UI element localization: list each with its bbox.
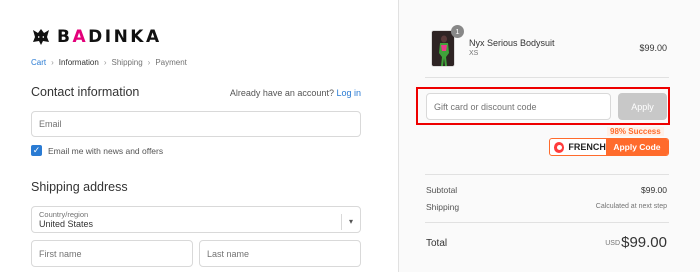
dragon-icon bbox=[33, 29, 49, 45]
breadcrumb: Cart › Information › Shipping › Payment bbox=[31, 58, 187, 67]
newsletter-label: Email me with news and offers bbox=[48, 145, 164, 156]
breadcrumb-shipping: Shipping bbox=[111, 58, 143, 67]
brand-logo[interactable]: BADINKA bbox=[31, 27, 162, 47]
bodysuit-image-icon bbox=[432, 31, 454, 66]
breadcrumb-information: Information bbox=[58, 58, 99, 67]
product-price: $99.00 bbox=[639, 43, 667, 53]
product-name: Nyx Serious Bodysuit bbox=[469, 38, 555, 48]
order-summary-panel: 1 Nyx Serious Bodysuit XS $99.00 Gift ca… bbox=[398, 0, 700, 272]
subtotal-value: $99.00 bbox=[641, 185, 667, 195]
chevron-right-icon: › bbox=[103, 58, 107, 67]
total-label: Total bbox=[426, 238, 448, 249]
coupon-success-rate: 98% Success bbox=[607, 127, 664, 136]
divider bbox=[425, 77, 669, 78]
divider bbox=[425, 222, 669, 223]
select-divider bbox=[341, 214, 342, 230]
discount-code-input[interactable]: Gift card or discount code bbox=[426, 93, 611, 120]
contact-section-title: Contact information bbox=[31, 85, 140, 99]
first-name-field[interactable]: First name bbox=[31, 240, 193, 267]
country-label: Country/region bbox=[39, 210, 89, 219]
total-value: $99.00 bbox=[621, 234, 667, 251]
chevron-right-icon: › bbox=[147, 58, 151, 67]
country-value: United States bbox=[39, 219, 94, 229]
coupon-brand-name: FRENCH bbox=[568, 142, 606, 152]
newsletter-option[interactable]: ✓ Email me with news and offers bbox=[31, 145, 163, 156]
shipping-value: Calculated at next step bbox=[595, 203, 667, 210]
account-prompt: Already have an account? Log in bbox=[229, 88, 361, 98]
checkout-form-panel: BADINKA Cart › Information › Shipping › … bbox=[0, 0, 398, 272]
chevron-right-icon: › bbox=[51, 58, 54, 67]
breadcrumb-payment: Payment bbox=[155, 58, 187, 67]
product-image bbox=[431, 30, 455, 67]
last-name-field[interactable]: Last name bbox=[199, 240, 361, 267]
product-variant: XS bbox=[469, 50, 479, 57]
divider bbox=[425, 174, 669, 175]
checkbox-checked-icon[interactable]: ✓ bbox=[31, 145, 42, 156]
quantity-badge: 1 bbox=[451, 25, 464, 38]
apply-code-button[interactable]: Apply Code bbox=[605, 139, 668, 155]
shipping-section-title: Shipping address bbox=[31, 180, 128, 194]
subtotal-label: Subtotal bbox=[426, 185, 458, 195]
coupon-widget: FRENCH Apply Code bbox=[549, 138, 669, 156]
email-field[interactable]: Email bbox=[31, 111, 361, 137]
total-currency: USD bbox=[605, 240, 620, 247]
country-select[interactable]: Country/region United States ▾ bbox=[31, 206, 361, 233]
coupon-brand-icon bbox=[554, 141, 565, 153]
chevron-down-icon: ▾ bbox=[348, 217, 353, 226]
apply-discount-button[interactable]: Apply bbox=[618, 93, 667, 120]
breadcrumb-cart[interactable]: Cart bbox=[31, 58, 46, 67]
shipping-label: Shipping bbox=[426, 202, 460, 212]
brand-name: BADINKA bbox=[57, 27, 162, 47]
login-link[interactable]: Log in bbox=[336, 88, 361, 98]
